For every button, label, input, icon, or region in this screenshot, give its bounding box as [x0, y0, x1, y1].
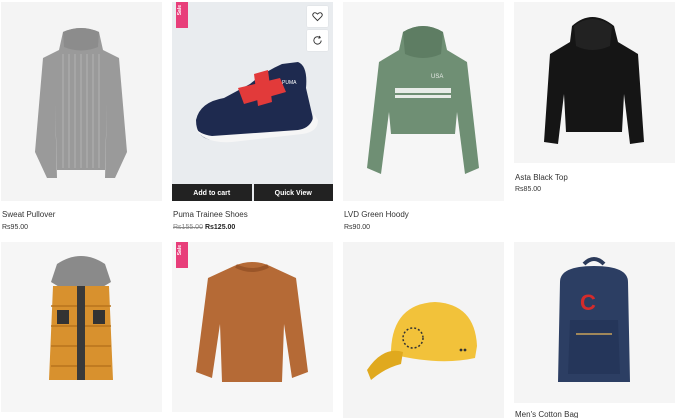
product-image[interactable]: USA: [343, 2, 504, 201]
product-action-bar: Add to cart Quick View: [172, 184, 333, 201]
product-card-puma-trainee-shoes[interactable]: PUMA Sale Add to cart Quick View Puma Tr…: [172, 2, 333, 234]
product-card-sweat-pullover[interactable]: Sweat Pullover Rs95.00: [1, 2, 162, 234]
product-card-mens-cotton-bag[interactable]: C Men's Cotton Bag: [514, 242, 675, 418]
add-to-cart-button[interactable]: Add to cart: [172, 184, 252, 201]
refresh-icon: [313, 35, 322, 45]
heart-icon: [312, 12, 323, 22]
product-price: Rs155.00 Rs125.00: [173, 224, 236, 231]
svg-text:USA: USA: [431, 74, 443, 80]
product-image[interactable]: C: [514, 242, 675, 403]
product-price: Rs85.00: [515, 186, 542, 193]
product-card-yellow-cap[interactable]: [343, 242, 504, 418]
vest-image: [49, 256, 113, 380]
svg-text:PUMA: PUMA: [282, 80, 297, 86]
sale-badge: Sale: [176, 2, 188, 28]
svg-text:C: C: [580, 290, 596, 315]
product-image[interactable]: PUMA Sale Add to cart Quick View: [172, 2, 333, 201]
sweatshirt-image: [196, 262, 308, 382]
product-price: Rs90.00: [344, 224, 371, 231]
cap-image: [367, 302, 477, 380]
product-name[interactable]: Sweat Pullover: [2, 210, 55, 219]
product-image[interactable]: Sale: [172, 242, 333, 412]
compare-button[interactable]: [307, 30, 328, 51]
product-card-lvd-green-hoody[interactable]: USA LVD Green Hoody Rs90.00: [343, 2, 504, 234]
product-card-puffer-vest[interactable]: [1, 242, 162, 418]
sweater-image: [35, 28, 127, 178]
product-image[interactable]: [1, 242, 162, 412]
product-name[interactable]: Puma Trainee Shoes: [173, 210, 248, 219]
product-card-asta-black-top[interactable]: Asta Black Top Rs85.00: [514, 2, 675, 202]
product-card-brown-sweatshirt[interactable]: Sale: [172, 242, 333, 418]
product-image[interactable]: [1, 2, 162, 201]
product-price: Rs95.00: [2, 224, 29, 231]
hoodie-image: USA: [367, 26, 479, 174]
quick-view-button[interactable]: Quick View: [253, 184, 333, 201]
product-image[interactable]: [514, 2, 675, 163]
product-name[interactable]: Asta Black Top: [515, 173, 568, 182]
sale-badge: Sale: [176, 242, 188, 268]
black-hoodie-image: [544, 17, 644, 144]
backpack-image: C: [558, 257, 630, 382]
product-name[interactable]: Men's Cotton Bag: [515, 410, 578, 418]
product-name[interactable]: LVD Green Hoody: [344, 210, 409, 219]
wishlist-button[interactable]: [307, 6, 328, 27]
product-image[interactable]: [343, 242, 504, 418]
